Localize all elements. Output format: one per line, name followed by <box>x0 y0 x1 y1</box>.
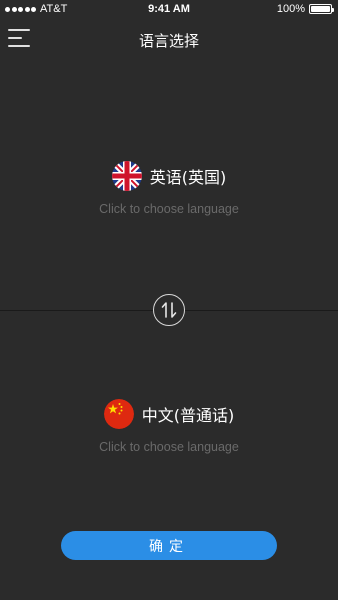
status-bar: AT&T 9:41 AM 100% <box>0 0 338 20</box>
target-language-name: 中文(普通话) <box>141 406 235 425</box>
source-language-selector[interactable]: 英语(英国) Click to choose language <box>0 160 338 216</box>
battery-fill <box>311 6 330 12</box>
target-language-selector[interactable]: 中文(普通话) Click to choose language <box>0 398 338 454</box>
uk-flag-icon <box>111 161 142 191</box>
source-language-row: 英语(英国) <box>0 160 338 192</box>
target-language-hint: Click to choose language <box>99 440 239 454</box>
battery-percent: 100% <box>276 3 305 15</box>
source-language-hint: Click to choose language <box>99 202 239 216</box>
confirm-button[interactable]: 确定 <box>61 531 277 560</box>
nav-bar: 语言选择 <box>0 22 338 58</box>
battery-icon <box>309 4 334 14</box>
target-language-row: 中文(普通话) <box>0 398 338 430</box>
battery-info: 100% <box>276 3 334 15</box>
swap-vertical-arrows-icon[interactable] <box>153 294 185 326</box>
source-language-name: 英语(英国) <box>149 168 227 187</box>
page-title: 语言选择 <box>138 32 199 50</box>
china-flag-icon <box>103 399 134 429</box>
